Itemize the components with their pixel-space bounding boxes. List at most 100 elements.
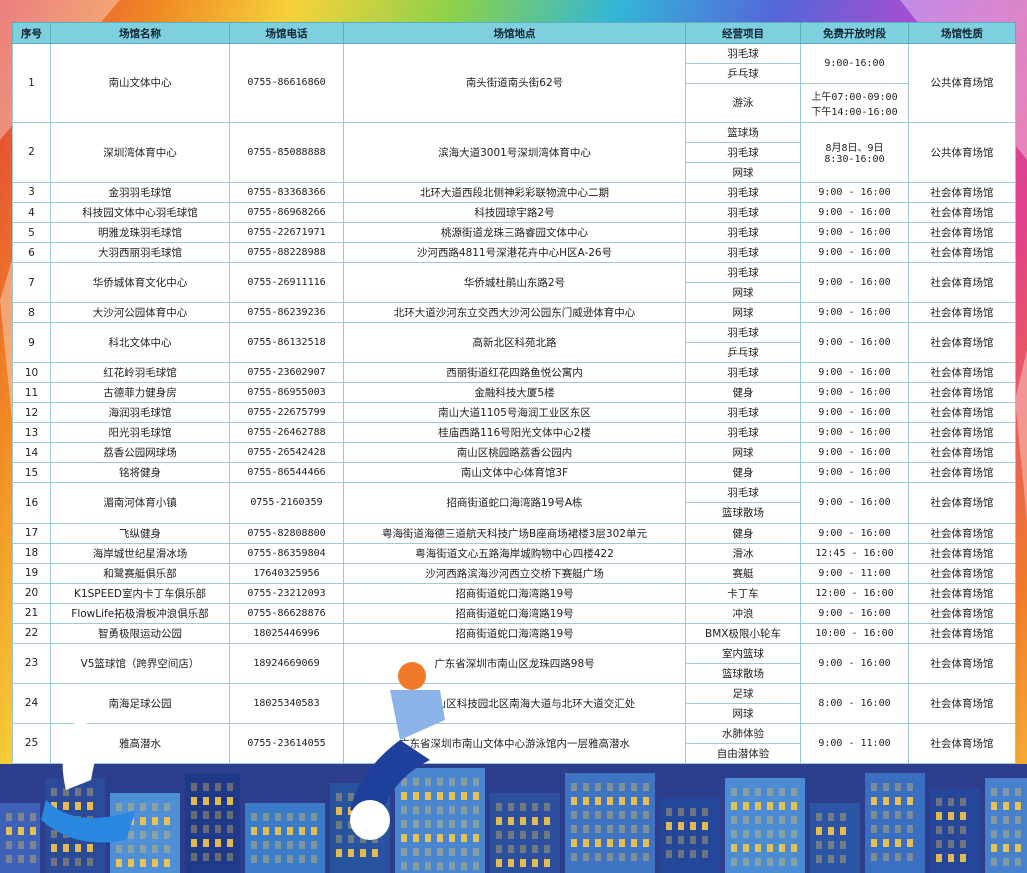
- window: [299, 855, 305, 863]
- window: [991, 802, 997, 810]
- window: [595, 853, 601, 861]
- skyline-building: [565, 773, 655, 873]
- window: [128, 859, 134, 867]
- header-address: 场馆地点: [343, 22, 686, 44]
- window: [152, 859, 158, 867]
- window: [871, 811, 877, 819]
- window: [215, 853, 221, 861]
- cell-address: 华侨城杜鹃山东路2号: [343, 262, 686, 304]
- cell-phone: 0755-86239236: [229, 302, 344, 324]
- cell-address: 南山区桃园路荔香公园内: [343, 442, 686, 464]
- cell-phone: 18924669069: [229, 642, 344, 684]
- cell-phone: 0755-23602907: [229, 362, 344, 384]
- cell-phone: 0755-86359804: [229, 542, 344, 564]
- window: [755, 858, 761, 866]
- cell-item: 篮球场: [685, 121, 801, 143]
- window: [619, 825, 625, 833]
- window: [643, 797, 649, 805]
- cell-address: 西丽街道红花四路鱼悦公寓内: [343, 362, 686, 384]
- free-hours-line: 9:00 - 16:00: [818, 337, 891, 349]
- cell-free-hours: 9:00 - 16:00: [800, 642, 909, 684]
- window: [18, 813, 24, 821]
- cell-no: 12: [12, 402, 51, 424]
- free-hours-line: 12:45 - 16:00: [815, 547, 894, 559]
- window: [496, 803, 502, 811]
- window: [544, 831, 550, 839]
- window: [991, 788, 997, 796]
- window: [473, 778, 479, 786]
- header-free-hours: 免费开放时段: [800, 22, 909, 44]
- window: [643, 811, 649, 819]
- cell-item: 羽毛球: [685, 201, 801, 224]
- table-row: 21 FlowLife拓极滑板冲浪俱乐部 0755-86628876 招商街道蛇口海湾…: [12, 602, 1016, 624]
- window: [907, 853, 913, 861]
- window: [287, 813, 293, 821]
- window: [779, 858, 785, 866]
- window: [690, 808, 696, 816]
- cell-name: 金羽羽毛球馆: [50, 181, 230, 204]
- window: [960, 826, 966, 834]
- window: [520, 831, 526, 839]
- cell-no: 6: [12, 242, 51, 264]
- window: [1003, 858, 1009, 866]
- cell-name: 海岸城世纪星滑冰场: [50, 542, 230, 564]
- cell-free-hours: 8月8日、9日 8:30-16:00: [800, 121, 909, 183]
- skyline-building: [985, 778, 1027, 873]
- cell-free-hours: 9:00 - 16:00: [800, 462, 909, 484]
- cell-phone: 0755-86544466: [229, 462, 344, 484]
- city-skyline-illustration: [0, 764, 1027, 873]
- window: [203, 797, 209, 805]
- table-row: 1 南山文体中心 0755-86616860 南头街道南头街62号 羽毛球 9:00-16…: [12, 42, 1016, 123]
- window: [607, 853, 613, 861]
- free-hours-line: 9:00 - 16:00: [818, 277, 891, 289]
- window: [287, 827, 293, 835]
- cell-item: 羽毛球: [685, 242, 801, 264]
- cell-address: 粤海街道文心五路海岸城购物中心四楼422: [343, 542, 686, 564]
- window: [666, 850, 672, 858]
- cell-name: V5篮球馆（跨界空间店）: [50, 642, 230, 684]
- free-hours-line: 9:00 - 16:00: [818, 407, 891, 419]
- cell-phone: 0755-86968266: [229, 201, 344, 224]
- window: [164, 803, 170, 811]
- window: [164, 831, 170, 839]
- cell-name: 大沙河公园体育中心: [50, 302, 230, 324]
- cell-name: 飞纵健身: [50, 522, 230, 544]
- cell-free-hours: 9:00 - 16:00: [800, 222, 909, 244]
- window: [595, 825, 601, 833]
- window: [203, 839, 209, 847]
- cell-item: 羽毛球: [685, 181, 801, 204]
- cell-venue-type: 社会体育场馆: [908, 302, 1016, 324]
- window: [140, 859, 146, 867]
- window: [991, 858, 997, 866]
- free-hours-line: 9:00 - 16:00: [818, 387, 891, 399]
- window: [619, 839, 625, 847]
- cell-venue-type: 社会体育场馆: [908, 722, 1016, 765]
- cell-item: 自由潜体验: [685, 742, 801, 765]
- window: [508, 831, 514, 839]
- table-row: 15 铭将健身 0755-86544466 南山文体中心体育馆3F 健身 9:00 - 1…: [12, 462, 1016, 484]
- window: [607, 825, 613, 833]
- window: [275, 827, 281, 835]
- window: [311, 841, 317, 849]
- window: [473, 806, 479, 814]
- window: [690, 822, 696, 830]
- window: [871, 853, 877, 861]
- window: [840, 813, 846, 821]
- window: [755, 844, 761, 852]
- skyline-building: [490, 793, 560, 873]
- window: [907, 811, 913, 819]
- cell-address: 北环大道沙河东立交西大沙河公园东门威逊体育中心: [343, 302, 686, 324]
- table-row: 16 湄南河体育小镇 0755-2160359 招商街道蛇口海湾路19号A栋 羽毛球 9:…: [12, 482, 1016, 524]
- cell-name: 红花岭羽毛球馆: [50, 362, 230, 384]
- window: [643, 839, 649, 847]
- cell-no: 17: [12, 522, 51, 544]
- cell-item: 乒乓球: [685, 63, 801, 85]
- window: [731, 802, 737, 810]
- window: [619, 853, 625, 861]
- table-row: 19 和鹭赛艇俱乐部 17640325956 沙河西路滨海沙河西立交桥下赛艇广场 赛艇 9…: [12, 562, 1016, 584]
- window: [631, 797, 637, 805]
- skyline-building: [245, 803, 325, 873]
- venue-table-container: 序号 场馆名称 场馆电话 场馆地点 经营项目 免费开放时段 场馆性质 1 南山文体…: [12, 22, 1016, 765]
- cell-address: 桃源街道龙珠三路睿园文体中心: [343, 222, 686, 244]
- cell-item: 卡丁车: [685, 582, 801, 604]
